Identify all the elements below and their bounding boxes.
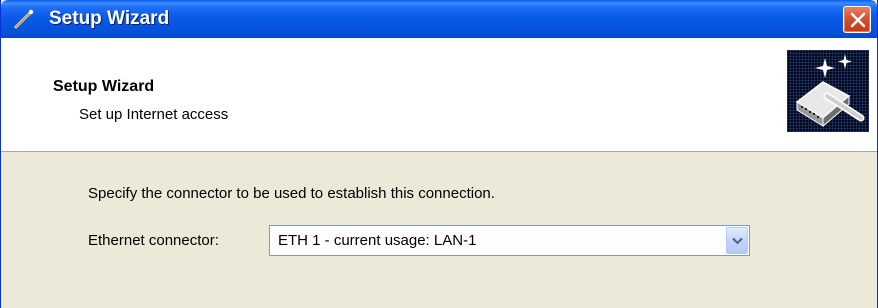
close-icon — [850, 12, 866, 28]
header-title: Setup Wizard — [53, 78, 155, 95]
setup-wizard-window: Setup Wizard Setup Wizard Set up Interne… — [0, 0, 878, 308]
magic-wand-icon — [13, 9, 35, 29]
title-bar[interactable]: Setup Wizard — [1, 0, 877, 38]
window-title: Setup Wizard — [49, 8, 170, 29]
connector-instruction: Specify the connector to be used to esta… — [88, 185, 495, 202]
ethernet-connector-value: ETH 1 - current usage: LAN-1 — [278, 232, 477, 249]
ethernet-connector-select[interactable]: ETH 1 - current usage: LAN-1 — [269, 225, 750, 256]
close-button[interactable] — [843, 6, 871, 33]
chevron-down-icon — [732, 237, 743, 245]
ethernet-connector-label: Ethernet connector: — [88, 232, 219, 249]
wizard-wand-router-icon — [787, 50, 869, 132]
header-subtitle: Set up Internet access — [79, 106, 229, 123]
wizard-header: Setup Wizard Set up Internet access — [1, 38, 877, 152]
dropdown-button[interactable] — [726, 227, 748, 254]
